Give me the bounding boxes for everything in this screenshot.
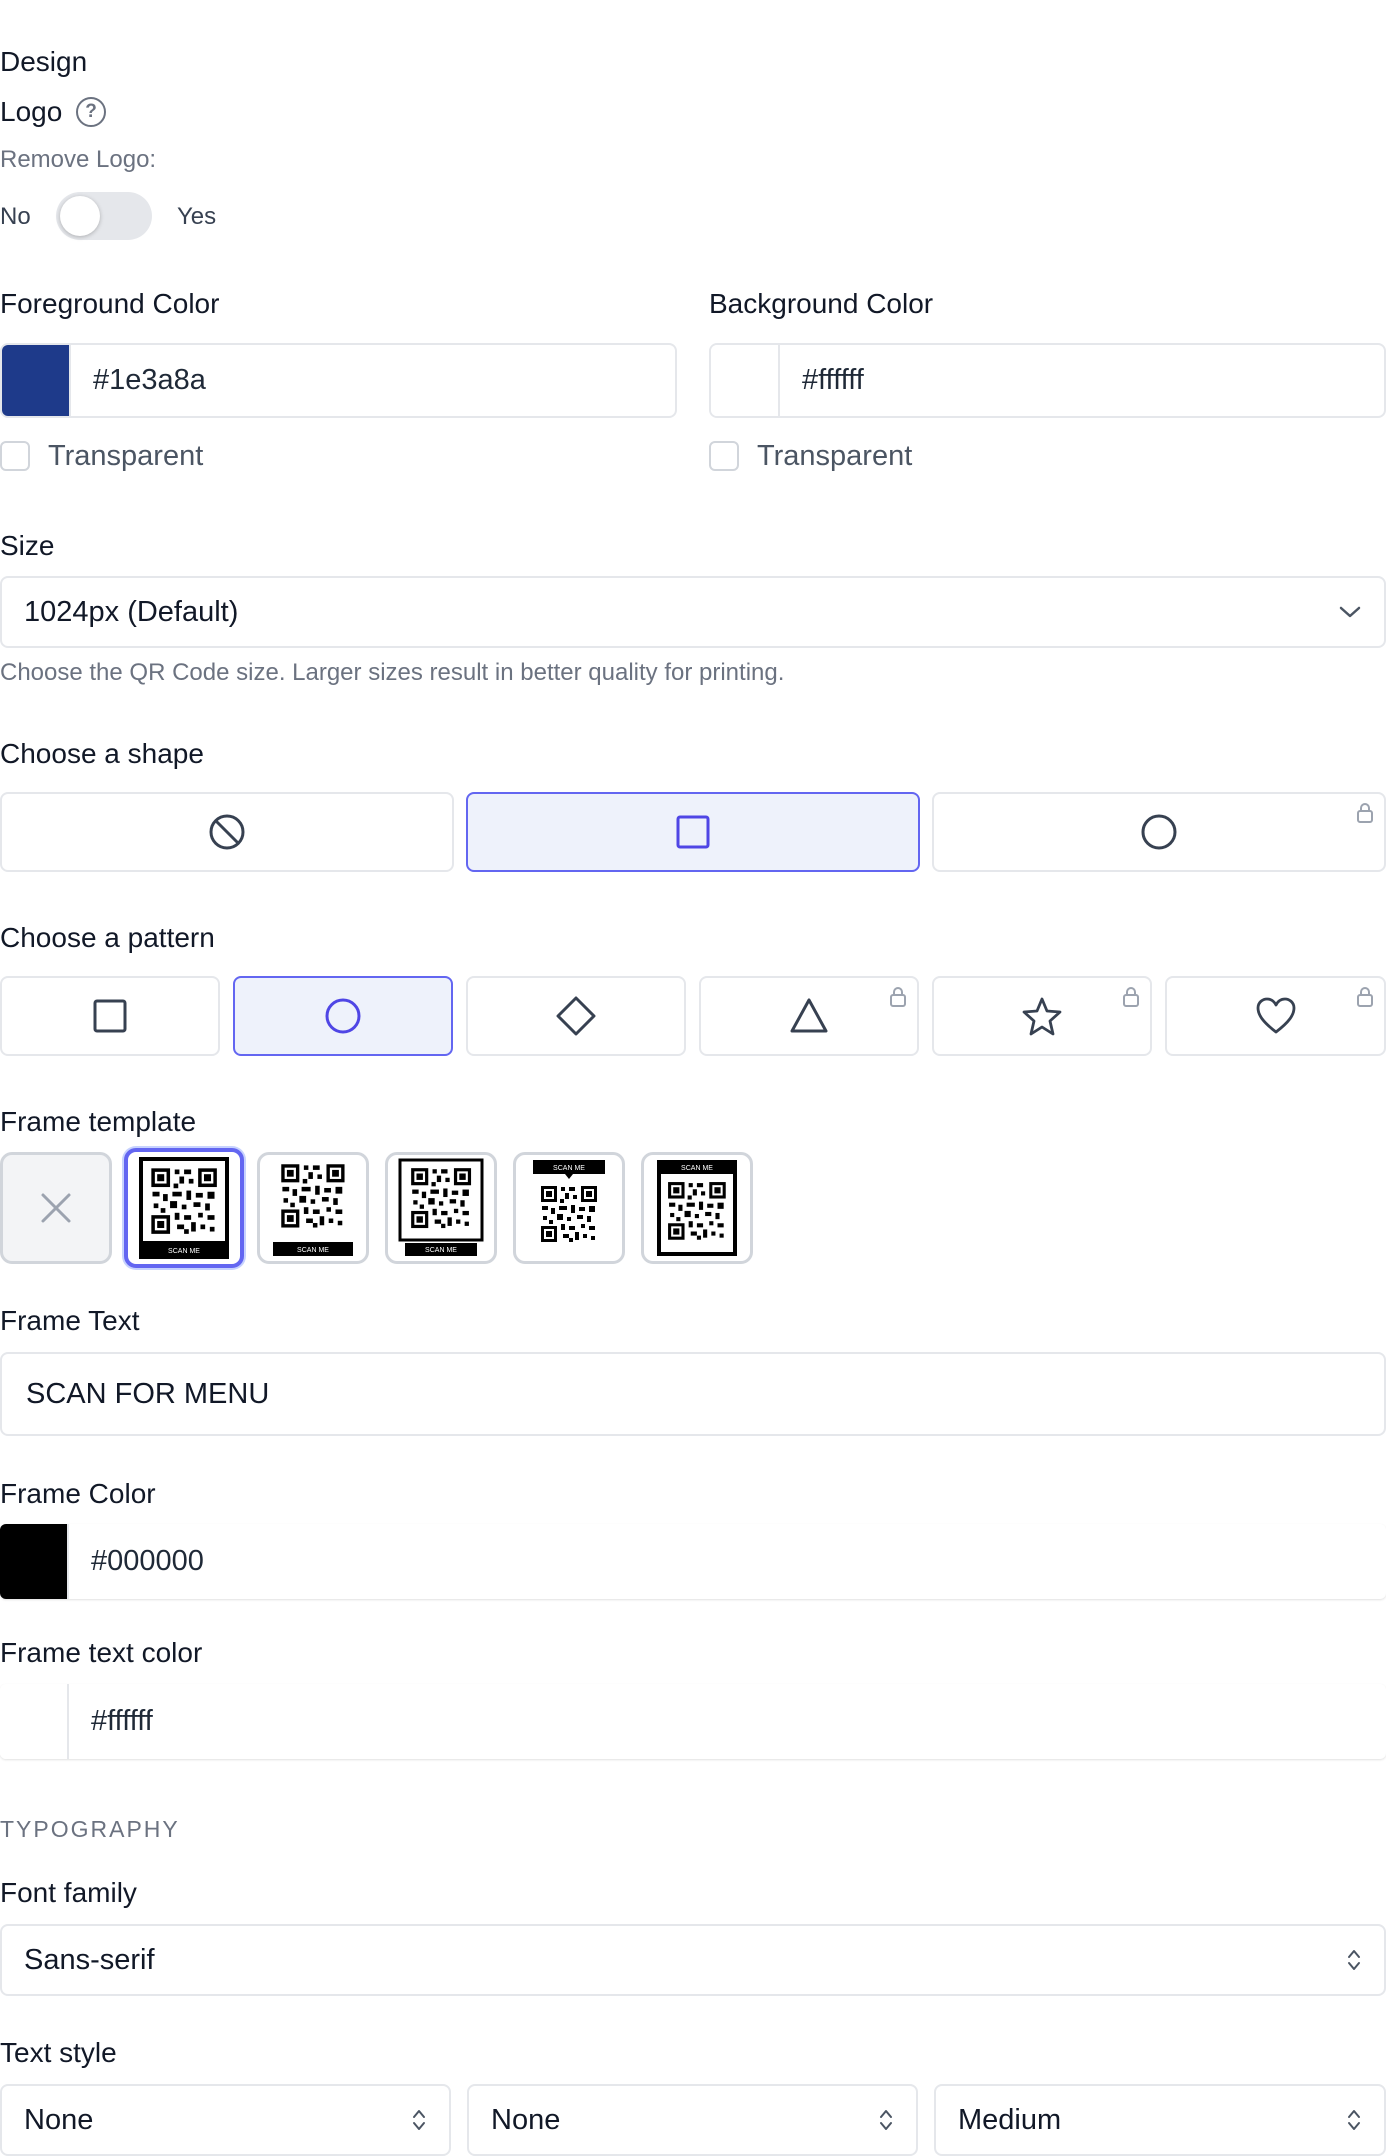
chevron-up-down-icon	[413, 2110, 425, 2130]
frame-template-label: Frame template	[0, 1106, 197, 1137]
remove-logo-label: Remove Logo:	[0, 146, 157, 173]
frame-text-color-field[interactable]: #ffffff	[0, 1684, 1386, 1759]
lock-icon	[1123, 987, 1139, 1007]
text-style-select-1[interactable]: None	[0, 2084, 451, 2156]
shape-option-none[interactable]	[0, 792, 454, 872]
chevron-up-down-icon	[1348, 1950, 1360, 1970]
pattern-label: Choose a pattern	[0, 922, 215, 953]
logo-label: Logo	[0, 96, 63, 127]
heart-icon	[1256, 997, 1295, 1034]
scan-me-text: SCAN ME	[425, 1247, 457, 1254]
frame-color-label: Frame Color	[0, 1478, 156, 1509]
frame-text-label: Frame Text	[0, 1305, 140, 1336]
toggle-knob	[60, 196, 100, 236]
scan-me-text: SCAN ME	[553, 1165, 585, 1172]
font-family-select[interactable]: Sans-serif	[0, 1924, 1386, 1996]
background-color-input[interactable]: #ffffff	[780, 345, 1384, 416]
toggle-off-label: No	[0, 203, 31, 230]
size-select[interactable]: 1024px (Default)	[0, 576, 1386, 648]
foreground-transparent-checkbox[interactable]	[0, 441, 30, 471]
question-circle-icon[interactable]: ?	[76, 97, 106, 127]
text-style-label: Text style	[0, 2037, 117, 2068]
star-icon	[1022, 997, 1062, 1036]
frame-template-none[interactable]	[0, 1152, 112, 1264]
circle-icon	[325, 998, 361, 1034]
frame-template-bottom-bar-bordered[interactable]: SCAN ME	[385, 1152, 497, 1264]
frame-text-input[interactable]: SCAN FOR MENU	[0, 1352, 1386, 1436]
frame-template-bottom-bar[interactable]: SCAN ME	[257, 1152, 369, 1264]
frame-template-bottom-bar-boxed[interactable]: SCAN ME	[124, 1148, 244, 1268]
size-select-value: 1024px (Default)	[24, 595, 239, 628]
chevron-down-icon	[1339, 606, 1361, 618]
none-icon	[209, 814, 245, 850]
frame-color-input[interactable]: #000000	[69, 1524, 1386, 1599]
triangle-icon	[790, 998, 828, 1033]
toggle-on-label: Yes	[177, 203, 217, 230]
background-color-field[interactable]: #ffffff	[709, 343, 1386, 418]
typography-section-title: TYPOGRAPHY	[0, 1816, 180, 1842]
frame-preview-top-bubble: SCAN ME	[533, 1160, 605, 1244]
frame-color-swatch[interactable]	[0, 1524, 69, 1599]
design-section-title: Design	[0, 46, 88, 77]
pattern-option-circle[interactable]	[233, 976, 453, 1056]
shape-label: Choose a shape	[0, 738, 204, 769]
pattern-option-triangle[interactable]	[699, 976, 919, 1056]
pattern-option-square[interactable]	[0, 976, 220, 1056]
text-style-select-2[interactable]: None	[467, 2084, 918, 2156]
pattern-option-diamond[interactable]	[466, 976, 686, 1056]
chevron-up-down-icon	[1348, 2110, 1360, 2130]
foreground-color-field[interactable]: #1e3a8a	[0, 343, 677, 418]
frame-preview-bottom-bar-bordered: SCAN ME	[398, 1158, 484, 1256]
font-family-value: Sans-serif	[24, 1943, 155, 1976]
frame-preview-top-bar-bordered: SCAN ME	[657, 1160, 737, 1256]
scan-me-text: SCAN ME	[168, 1248, 200, 1255]
close-icon	[41, 1193, 71, 1223]
foreground-color-input[interactable]: #1e3a8a	[71, 345, 675, 416]
foreground-color-swatch[interactable]	[2, 345, 71, 416]
size-label: Size	[0, 530, 55, 561]
foreground-transparent-label: Transparent	[48, 440, 204, 472]
chevron-up-down-icon	[880, 2110, 892, 2130]
frame-template-top-bar-bordered[interactable]: SCAN ME	[641, 1152, 753, 1264]
background-transparent-checkbox[interactable]	[709, 441, 739, 471]
frame-template-top-bubble[interactable]: SCAN ME	[513, 1152, 625, 1264]
background-color-swatch[interactable]	[711, 345, 780, 416]
square-icon	[93, 999, 127, 1033]
text-style-value-3: Medium	[958, 2103, 1062, 2136]
frame-preview-bottom-bar: SCAN ME	[273, 1162, 353, 1256]
background-color-label: Background Color	[709, 288, 934, 319]
shape-option-circle[interactable]	[932, 792, 1386, 872]
remove-logo-toggle[interactable]	[56, 192, 152, 240]
text-style-value-1: None	[24, 2103, 94, 2136]
scan-me-text: SCAN ME	[681, 1165, 713, 1172]
pattern-option-star[interactable]	[932, 976, 1152, 1056]
text-style-value-2: None	[491, 2103, 561, 2136]
square-icon	[676, 815, 710, 849]
frame-text-color-swatch[interactable]	[0, 1684, 69, 1759]
size-help-text: Choose the QR Code size. Larger sizes re…	[0, 659, 785, 686]
lock-icon	[890, 987, 906, 1007]
frame-text-color-input[interactable]: #ffffff	[69, 1684, 1386, 1759]
lock-icon	[1357, 987, 1373, 1007]
pattern-option-heart[interactable]	[1165, 976, 1386, 1056]
shape-option-square[interactable]	[466, 792, 920, 872]
scan-me-text: SCAN ME	[297, 1247, 329, 1254]
frame-preview-bottom-bar-boxed: SCAN ME	[139, 1157, 229, 1259]
text-style-select-3[interactable]: Medium	[934, 2084, 1386, 2156]
frame-color-field[interactable]: #000000	[0, 1524, 1386, 1599]
foreground-color-label: Foreground Color	[0, 288, 220, 319]
font-family-label: Font family	[0, 1877, 137, 1908]
frame-text-color-label: Frame text color	[0, 1637, 203, 1668]
diamond-icon	[556, 996, 596, 1036]
circle-icon	[1141, 814, 1177, 850]
lock-icon	[1357, 803, 1373, 823]
background-transparent-label: Transparent	[757, 440, 913, 472]
